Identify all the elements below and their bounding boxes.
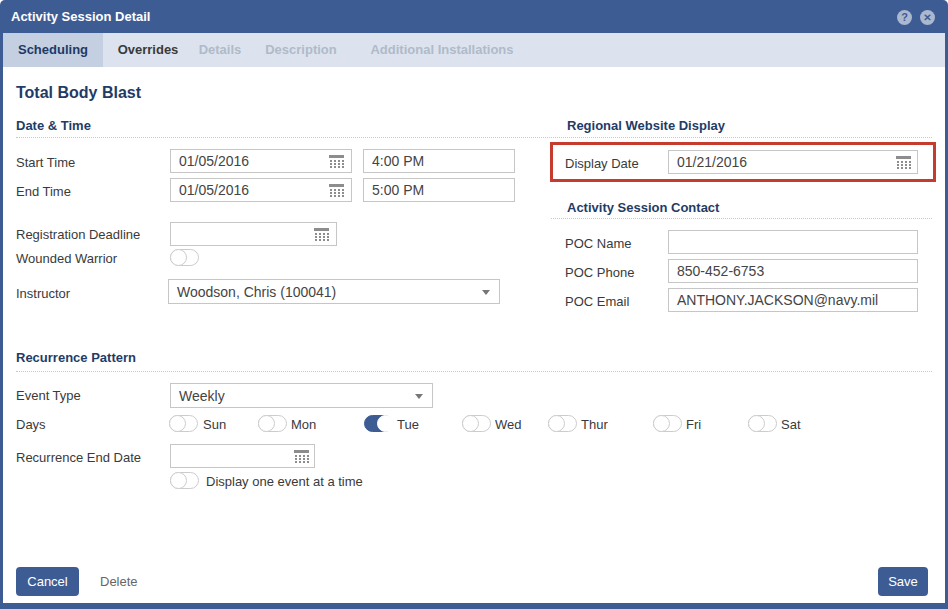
end-time-label: End Time (16, 184, 71, 199)
tab-overrides[interactable]: Overrides (109, 33, 187, 67)
one-event-label: Display one event at a time (206, 474, 363, 489)
day-label-fri: Fri (686, 417, 701, 432)
day-toggle-sat[interactable] (748, 415, 777, 432)
event-type-label: Event Type (16, 388, 81, 403)
display-date-value: 01/21/2016 (677, 154, 747, 170)
tab-additional-installations: Additional Installations (357, 33, 527, 67)
divider (16, 371, 932, 372)
tab-scheduling[interactable]: Scheduling (3, 33, 103, 67)
end-date-value: 01/05/2016 (179, 182, 249, 198)
dialog-title: Activity Session Detail (11, 0, 150, 33)
wounded-warrior-toggle[interactable] (170, 249, 199, 266)
event-type-value: Weekly (179, 388, 225, 404)
calendar-icon[interactable] (314, 228, 329, 240)
session-title: Total Body Blast (16, 84, 141, 102)
day-label-sun: Sun (203, 417, 226, 432)
section-recurrence: Recurrence Pattern (16, 350, 136, 365)
divider (551, 218, 932, 219)
poc-phone-label: POC Phone (565, 265, 634, 280)
poc-phone-value: 850-452-6753 (677, 263, 764, 279)
day-label-mon: Mon (291, 417, 316, 432)
poc-email-value: ANTHONY.JACKSON@navy.mil (677, 292, 878, 308)
registration-deadline-input[interactable] (170, 222, 337, 246)
poc-email-input[interactable]: ANTHONY.JACKSON@navy.mil (668, 288, 918, 312)
section-session-contact: Activity Session Contact (567, 200, 719, 215)
cancel-button[interactable]: Cancel (16, 567, 79, 596)
end-date-input[interactable]: 01/05/2016 (170, 178, 352, 202)
save-button[interactable]: Save (878, 567, 928, 596)
one-event-toggle[interactable] (170, 472, 199, 489)
instructor-value: Woodson, Chris (100041) (177, 284, 336, 300)
start-time-value: 4:00 PM (372, 153, 424, 169)
calendar-icon[interactable] (329, 184, 344, 196)
section-regional-display: Regional Website Display (567, 118, 725, 133)
help-icon[interactable]: ? (897, 10, 912, 25)
section-date-time: Date & Time (16, 118, 91, 133)
start-time-input[interactable]: 4:00 PM (363, 149, 515, 173)
tab-description: Description (255, 33, 347, 67)
poc-name-input[interactable] (668, 230, 918, 254)
instructor-label: Instructor (16, 286, 70, 301)
calendar-icon[interactable] (896, 156, 911, 168)
calendar-icon[interactable] (294, 450, 309, 462)
display-date-label: Display Date (565, 156, 639, 171)
day-toggle-sun[interactable] (169, 415, 198, 432)
poc-phone-input[interactable]: 850-452-6753 (668, 259, 918, 283)
day-label-sat: Sat (781, 417, 801, 432)
activity-session-dialog: Activity Session Detail ? ✕ Scheduling O… (0, 0, 948, 609)
recurrence-end-date-label: Recurrence End Date (16, 450, 141, 465)
start-date-value: 01/05/2016 (179, 153, 249, 169)
day-toggle-tue[interactable] (364, 415, 393, 432)
start-time-label: Start Time (16, 155, 75, 170)
wounded-warrior-label: Wounded Warrior (16, 251, 117, 266)
poc-name-label: POC Name (565, 236, 631, 251)
tab-details: Details (189, 33, 251, 67)
calendar-icon[interactable] (329, 155, 344, 167)
days-label: Days (16, 417, 46, 432)
day-label-tue: Tue (397, 417, 419, 432)
end-time-input[interactable]: 5:00 PM (363, 178, 515, 202)
day-toggle-wed[interactable] (462, 415, 491, 432)
chevron-down-icon (482, 290, 490, 295)
tab-strip: Scheduling Overrides Details Description… (3, 33, 945, 67)
divider (16, 137, 932, 138)
dialog-border (0, 33, 3, 609)
chevron-down-icon (415, 394, 423, 399)
display-date-input[interactable]: 01/21/2016 (668, 150, 918, 174)
start-date-input[interactable]: 01/05/2016 (170, 149, 352, 173)
dialog-border (0, 603, 948, 609)
instructor-select[interactable]: Woodson, Chris (100041) (168, 279, 500, 304)
day-toggle-fri[interactable] (653, 415, 682, 432)
day-label-thur: Thur (581, 417, 608, 432)
event-type-select[interactable]: Weekly (170, 383, 433, 408)
day-label-wed: Wed (495, 417, 522, 432)
day-toggle-mon[interactable] (258, 415, 287, 432)
close-icon[interactable]: ✕ (920, 10, 935, 25)
poc-email-label: POC Email (565, 294, 629, 309)
registration-deadline-label: Registration Deadline (16, 227, 140, 242)
end-time-value: 5:00 PM (372, 182, 424, 198)
day-toggle-thur[interactable] (548, 415, 577, 432)
dialog-titlebar: Activity Session Detail ? ✕ (0, 0, 948, 33)
delete-button[interactable]: Delete (100, 574, 138, 589)
